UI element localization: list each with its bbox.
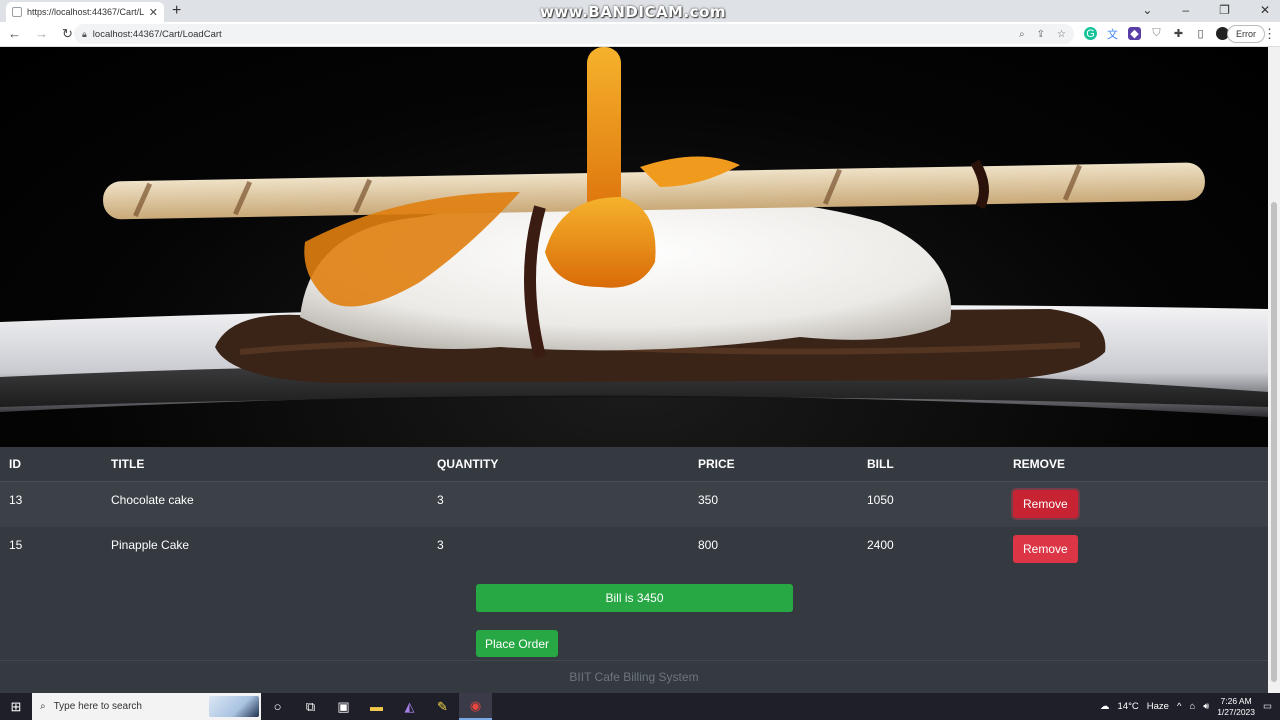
windows-start-icon[interactable]: ⊞ — [0, 693, 32, 720]
cell-price: 800 — [698, 538, 719, 552]
sidepanel-icon[interactable]: ▯ — [1194, 27, 1207, 40]
minimize-icon[interactable]: – — [1182, 3, 1189, 17]
cart-table: ID TITLE QUANTITY PRICE BILL REMOVE 13 C… — [0, 447, 1268, 573]
search-icon: ⌕ — [40, 701, 46, 712]
tray-chevron-icon[interactable]: ^ — [1177, 701, 1181, 712]
dessert-photo — [0, 47, 1268, 417]
col-remove: REMOVE — [1004, 447, 1268, 482]
task-view-icon[interactable]: ⧉ — [294, 693, 327, 720]
restore-icon[interactable]: ❐ — [1219, 3, 1230, 17]
address-bar[interactable]: 🔒︎ localhost:44367/Cart/LoadCart ⌕ ⇪ ☆ — [74, 24, 1074, 44]
recording-watermark: www.BANDICAM.com — [540, 3, 727, 21]
cell-bill: 1050 — [867, 492, 894, 507]
weather-text: Haze — [1146, 701, 1169, 712]
new-tab-button[interactable]: + — [172, 2, 181, 20]
weather-icon[interactable]: ☁ — [1100, 701, 1110, 712]
store-icon[interactable]: ▣ — [327, 693, 360, 720]
browser-toolbar: ← → ↻ 🔒︎ localhost:44367/Cart/LoadCart ⌕… — [0, 22, 1280, 47]
cell-remove: Remove — [1004, 527, 1268, 573]
page-scrollbar[interactable] — [1268, 47, 1280, 693]
error-button[interactable]: Error — [1227, 25, 1265, 43]
network-icon[interactable]: ⌂ — [1189, 701, 1195, 712]
browser-tab[interactable]: https://localhost:44367/Cart/Loa ✕ — [6, 2, 164, 22]
cell-title: Pinapple Cake — [111, 538, 190, 552]
clock-time: 7:26 AM — [1220, 695, 1252, 706]
visual-studio-icon[interactable]: ◭ — [393, 693, 426, 720]
share-icon[interactable]: ⇪ — [1037, 29, 1045, 40]
translate-icon[interactable]: 文 — [1106, 27, 1119, 41]
col-bill: BILL — [858, 447, 1004, 482]
lock-icon: 🔒︎ — [82, 28, 87, 39]
forward-icon[interactable]: → — [35, 26, 48, 42]
system-tray: ☁ 14°C Haze ^ ⌂ 🔊︎ 7:26 AM 1/27/2023 ▭ — [1100, 696, 1280, 718]
extension-badge-icon[interactable]: ◆ — [1128, 27, 1141, 40]
col-quantity: QUANTITY — [428, 447, 689, 482]
scrollbar-thumb[interactable] — [1271, 202, 1277, 682]
tab-strip: https://localhost:44367/Cart/Loa ✕ + www… — [0, 0, 1280, 22]
remove-button[interactable]: Remove — [1013, 535, 1078, 563]
close-window-icon[interactable]: ✕ — [1260, 3, 1270, 17]
page-icon — [12, 7, 22, 17]
cart-section: ID TITLE QUANTITY PRICE BILL REMOVE 13 C… — [0, 447, 1268, 693]
windows-taskbar: ⊞ ⌕ Type here to search ○ ⧉ ▣ ▬ ◭ ✎ ◉ ☁ … — [0, 693, 1280, 720]
cell-remove: Remove — [1004, 481, 1268, 527]
col-price: PRICE — [689, 447, 858, 482]
cell-quantity: 3 — [437, 492, 444, 507]
cell-bill: 2400 — [867, 538, 894, 552]
file-explorer-icon[interactable]: ▬ — [360, 693, 393, 720]
puzzle-icon[interactable]: ✚ — [1172, 27, 1185, 40]
chrome-icon[interactable]: ◉ — [459, 693, 492, 720]
page-content: ID TITLE QUANTITY PRICE BILL REMOVE 13 C… — [0, 47, 1268, 693]
close-tab-icon[interactable]: ✕ — [149, 6, 158, 19]
reload-icon[interactable]: ↻ — [62, 26, 73, 42]
page-footer: BIIT Cafe Billing System — [0, 660, 1268, 693]
menu-icon[interactable]: ⋮ — [1263, 26, 1276, 42]
col-id: ID — [0, 447, 102, 482]
extension-icons: G 文 ◆ ⛉ ✚ ▯ — [1084, 27, 1229, 41]
cell-id: 13 — [9, 492, 23, 507]
bill-total: Bill is 3450 — [476, 584, 793, 612]
dessert-hero-image — [0, 47, 1268, 447]
notifications-icon[interactable]: ▭ — [1263, 701, 1272, 712]
clock-date: 1/27/2023 — [1217, 706, 1256, 717]
cell-quantity: 3 — [437, 538, 444, 552]
table-row: 13 Chocolate cake 3 350 1050 Remove — [0, 481, 1268, 527]
zoom-icon[interactable]: ⌕ — [1019, 29, 1025, 40]
notes-app-icon[interactable]: ✎ — [426, 693, 459, 720]
grammarly-icon[interactable]: G — [1084, 27, 1097, 40]
cell-price: 350 — [698, 492, 719, 507]
table-row: 15 Pinapple Cake 3 800 2400 Remove — [0, 527, 1268, 573]
tab-title: https://localhost:44367/Cart/Loa — [27, 7, 144, 17]
back-icon[interactable]: ← — [8, 26, 21, 42]
cortana-icon[interactable]: ○ — [261, 693, 294, 720]
bookmark-star-icon[interactable]: ☆ — [1057, 29, 1066, 40]
remove-button[interactable]: Remove — [1013, 489, 1078, 518]
table-header-row: ID TITLE QUANTITY PRICE BILL REMOVE — [0, 447, 1268, 482]
search-highlight-image — [209, 696, 259, 717]
chevron-down-icon[interactable]: ⌄ — [1142, 3, 1152, 17]
place-order-button[interactable]: Place Order — [476, 630, 559, 657]
shield-icon[interactable]: ⛉ — [1150, 27, 1163, 40]
cell-title: Chocolate cake — [111, 492, 194, 507]
clock[interactable]: 7:26 AM 1/27/2023 — [1217, 696, 1255, 718]
volume-icon[interactable]: 🔊︎ — [1203, 701, 1209, 712]
url-text: localhost:44367/Cart/LoadCart — [92, 28, 222, 40]
taskbar-search[interactable]: ⌕ Type here to search — [32, 693, 261, 720]
window-controls: ⌄ – ❐ ✕ — [1142, 3, 1270, 17]
cell-id: 15 — [9, 538, 23, 552]
col-title: TITLE — [102, 447, 428, 482]
search-placeholder: Type here to search — [53, 701, 142, 712]
weather-temp: 14°C — [1117, 701, 1139, 712]
